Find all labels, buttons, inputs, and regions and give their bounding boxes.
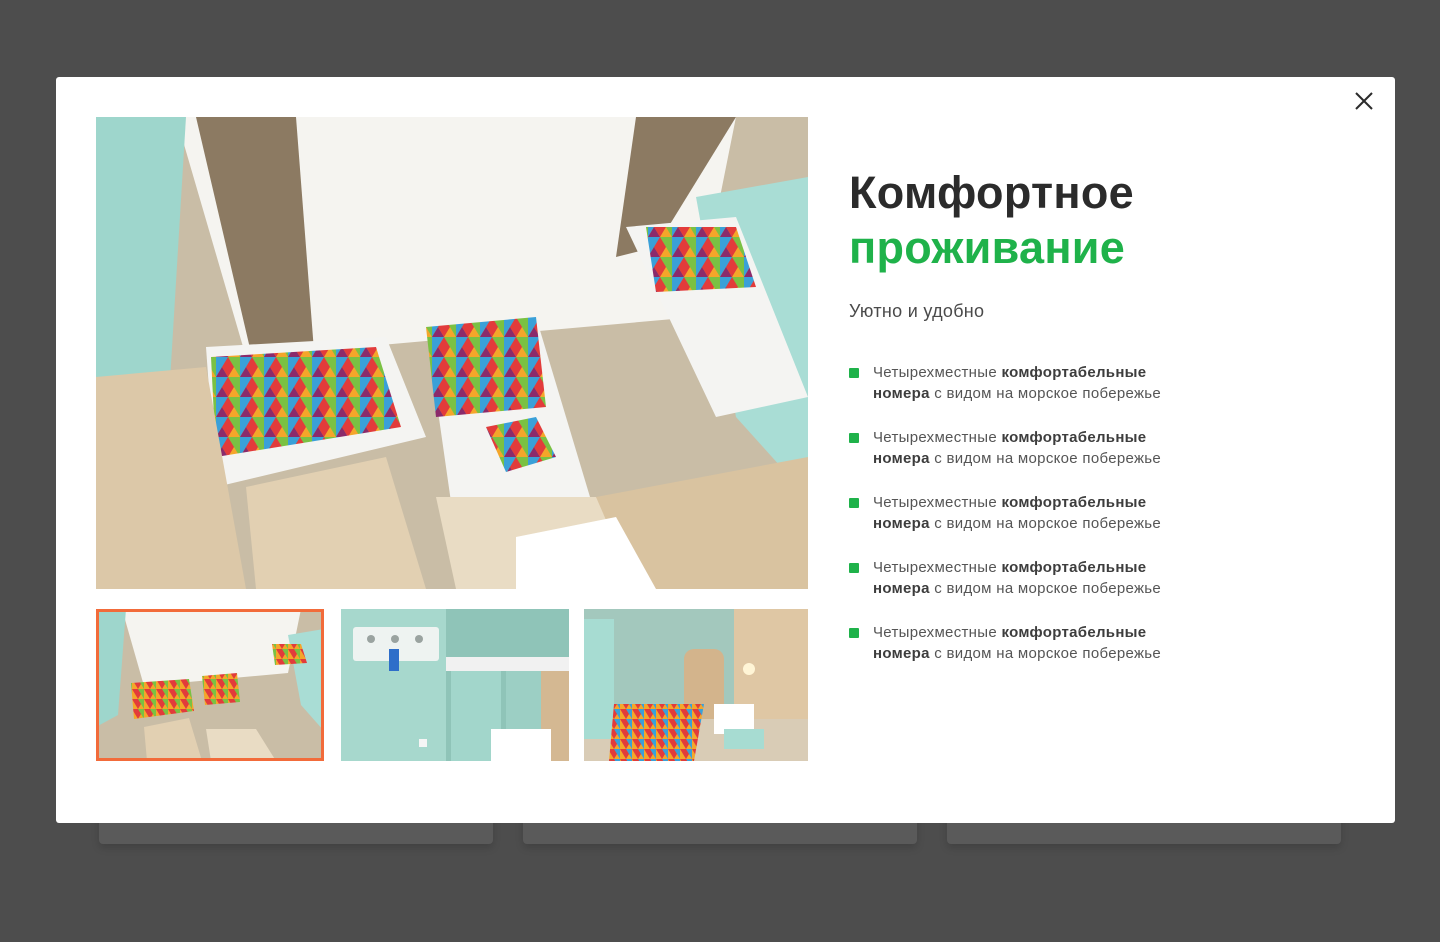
green-square-bullet-icon — [849, 368, 859, 378]
close-icon — [1355, 92, 1373, 110]
title-line-2-accent: проживание — [849, 222, 1126, 273]
thumbnail-1[interactable] — [96, 609, 324, 761]
modal-subtitle: Уютно и удобно — [849, 301, 985, 321]
close-button[interactable] — [1352, 89, 1376, 113]
feature-item: Четырехместные комфортабельные номера с в… — [849, 492, 1209, 534]
feature-list: Четырехместные комфортабельные номера с в… — [849, 362, 1209, 687]
room-modal: Комфортное проживание Уютно и удобно Чет… — [56, 77, 1395, 823]
feature-item: Четырехместные комфортабельные номера с в… — [849, 557, 1209, 599]
green-square-bullet-icon — [849, 563, 859, 573]
modal-title: Комфортное проживание — [849, 165, 1269, 275]
thumbnail-3[interactable] — [584, 609, 808, 761]
title-line-1: Комфортное — [849, 167, 1134, 218]
main-room-photo — [96, 117, 808, 589]
feature-item: Четырехместные комфортабельные номера с в… — [849, 622, 1209, 664]
thumbnail-2[interactable] — [341, 609, 569, 761]
green-square-bullet-icon — [849, 498, 859, 508]
green-square-bullet-icon — [849, 628, 859, 638]
green-square-bullet-icon — [849, 433, 859, 443]
feature-item: Четырехместные комфортабельные номера с в… — [849, 427, 1209, 469]
feature-item: Четырехместные комфортабельные номера с в… — [849, 362, 1209, 404]
